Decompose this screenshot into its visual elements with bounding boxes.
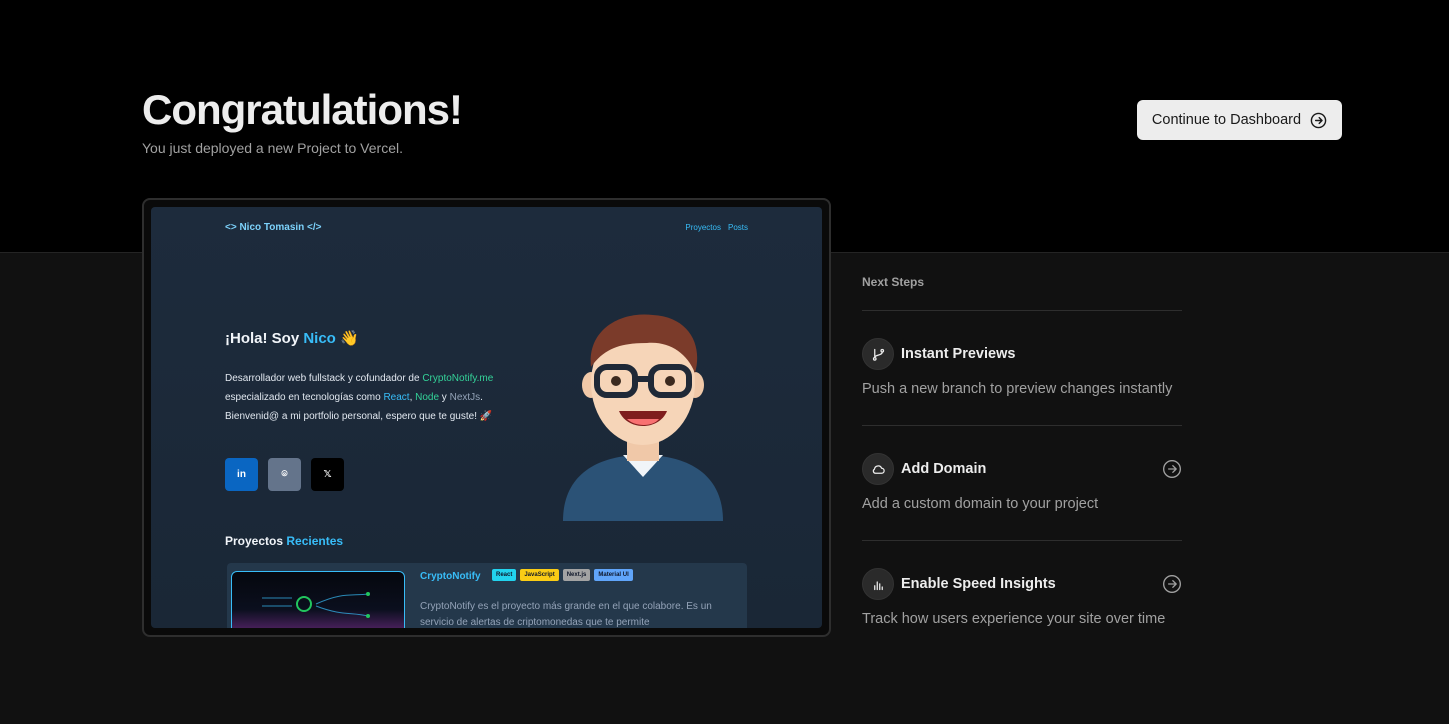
preview-nav: Proyectos Posts <box>685 223 748 232</box>
desc-link-cryptonotify: CryptoNotify.me <box>422 373 494 384</box>
continue-to-dashboard-button[interactable]: Continue to Dashboard <box>1137 100 1342 140</box>
tag-material-ui: Material UI <box>594 569 633 581</box>
github-icon: ⌾ <box>268 458 301 491</box>
divider <box>862 425 1182 426</box>
bar-chart-icon <box>862 568 894 600</box>
project-thumbnail <box>231 571 405 628</box>
tag-nextjs: Next.js <box>562 569 591 581</box>
preview-project-card: CryptoNotify React JavaScript Next.js Ma… <box>227 563 747 628</box>
divider <box>862 310 1182 311</box>
project-tags: React JavaScript Next.js Material UI <box>492 569 633 581</box>
tag-react: React <box>492 569 517 581</box>
step-description: Add a custom domain to your project <box>862 496 1099 512</box>
continue-button-label: Continue to Dashboard <box>1151 112 1302 128</box>
git-branch-icon <box>862 338 894 370</box>
linkedin-icon: in <box>225 458 258 491</box>
preview-greeting: ¡Hola! Soy Nico 👋 <box>225 329 359 347</box>
step-description: Track how users experience your site ove… <box>862 611 1166 627</box>
avatar-illustration <box>563 314 723 521</box>
next-steps-heading: Next Steps <box>862 275 925 289</box>
step-description: Push a new branch to preview changes ins… <box>862 381 1173 397</box>
divider <box>862 540 1182 541</box>
arrow-right-circle-icon[interactable] <box>1162 459 1182 479</box>
wave-emoji: 👋 <box>335 330 359 347</box>
preview-nav-proyectos: Proyectos <box>685 223 721 232</box>
tag-javascript: JavaScript <box>520 569 559 581</box>
preview-brand: <> Nico Tomasin </> <box>225 222 322 233</box>
preview-nav-posts: Posts <box>727 223 748 232</box>
step-title: Add Domain <box>901 461 987 477</box>
project-title: CryptoNotify <box>420 571 481 582</box>
step-title: Enable Speed Insights <box>901 576 1056 592</box>
section-accent: Recientes <box>286 534 344 548</box>
greeting-prefix: ¡Hola! Soy <box>225 330 304 347</box>
desc-react: React <box>383 392 410 403</box>
deployment-preview[interactable]: <> Nico Tomasin </> Proyectos Posts ¡Hol… <box>151 207 822 628</box>
section-prefix: Proyectos <box>225 534 287 548</box>
project-description: CryptoNotify es el proyecto más grande e… <box>420 601 712 628</box>
cloud-icon <box>862 453 894 485</box>
desc-part: y <box>439 392 450 403</box>
preview-section-title: Proyectos Recientes <box>225 534 343 548</box>
arrow-right-circle-icon <box>1310 112 1327 128</box>
x-icon: 𝕏 <box>311 458 344 491</box>
desc-part: especializado en tecnologías como <box>225 392 384 403</box>
arrow-right-circle-icon[interactable] <box>1162 574 1182 594</box>
greeting-name: Nico <box>303 330 336 347</box>
desc-next: NextJs <box>449 392 481 403</box>
step-title: Instant Previews <box>901 346 1016 362</box>
page-title: Congratulations! <box>142 86 463 133</box>
desc-part: Desarrollador web fullstack y cofundador… <box>225 373 423 384</box>
next-step-instant-previews[interactable]: Instant Previews Push a new branch to pr… <box>862 338 1182 428</box>
preview-socials: in ⌾ 𝕏 <box>225 458 344 491</box>
next-step-speed-insights[interactable]: Enable Speed Insights Track how users ex… <box>862 568 1182 658</box>
preview-description: Desarrollador web fullstack y cofundador… <box>225 369 495 426</box>
next-step-add-domain[interactable]: Add Domain Add a custom domain to your p… <box>862 453 1182 543</box>
page-subtitle: You just deployed a new Project to Verce… <box>142 140 403 156</box>
deployment-preview-frame[interactable]: <> Nico Tomasin </> Proyectos Posts ¡Hol… <box>142 198 831 637</box>
desc-node: Node <box>415 392 440 403</box>
